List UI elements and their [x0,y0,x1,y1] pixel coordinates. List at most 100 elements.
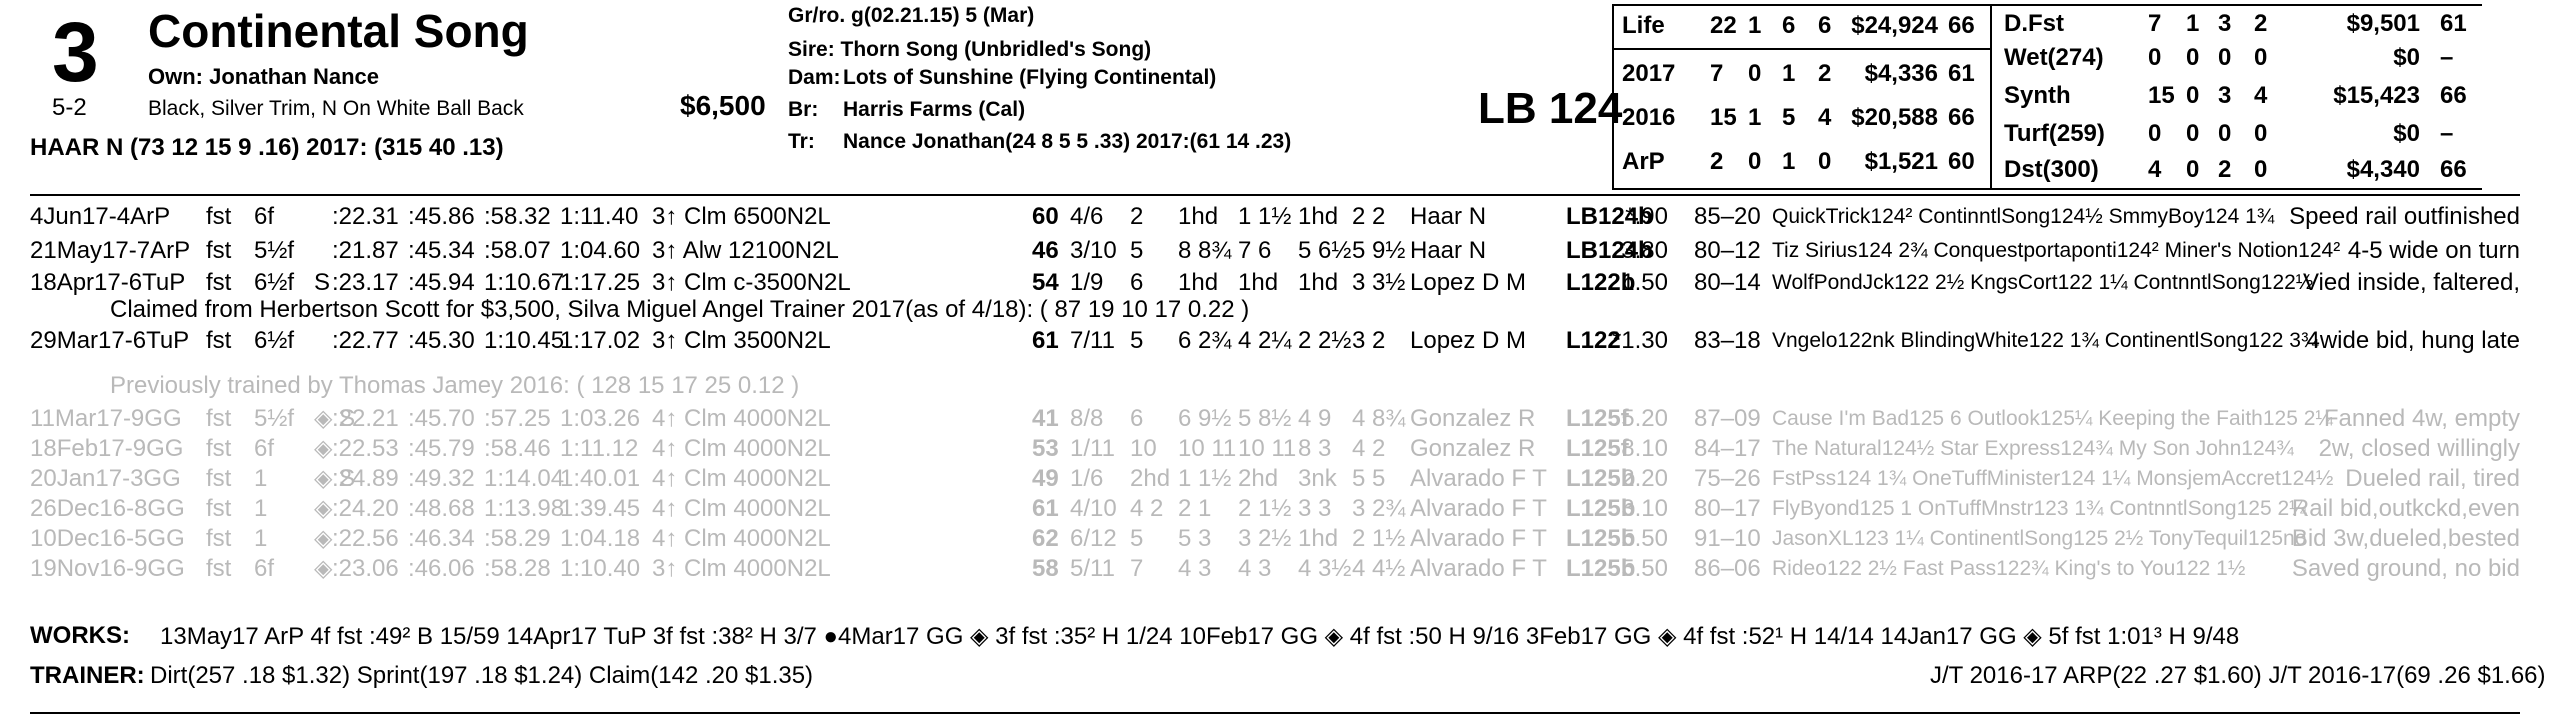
surface-stat-w: 0 [2186,156,2200,183]
race-f4: 1:11.40 [560,203,639,230]
race-med: L125f [1566,435,1629,462]
race-cls: 4↑ Clm 4000N2L [652,495,831,522]
race-comment: Saved ground, no bid [2291,555,2520,582]
race-str: 1hd [1298,269,1339,296]
race-comment: Vied inside, faltered, [2302,269,2520,296]
surface-stat-starts: 15 [2148,82,2175,109]
surface-stat-label: Turf(259) [2004,120,2105,147]
race-cls: 4↑ Clm 4000N2L [652,405,831,432]
race-s: ◈ [314,435,333,462]
race-f4: 1:11.12 [560,435,639,462]
race-str: 5 6½ [1298,237,1352,264]
race-comp: Vngelo122nk BlindingWhite122 1¾ Continen… [1772,329,2319,352]
dam-line: Lots of Sunshine (Flying Continental) [843,66,1217,89]
surface-stat-spd: 61 [2440,10,2467,37]
race-c2: 5 8½ [1238,405,1292,432]
program-number: 3 [52,5,99,99]
race-comp: FstPss124 1¾ OneTuffMinister124 1¼ Monsj… [1772,467,2334,490]
race-f2: :49.32 [408,465,475,492]
race-jockey: Lopez D M [1410,269,1527,296]
race-fin: 3 2¾ [1352,495,1406,522]
works-list: 13May17 ArP 4f fst :49² B 15/59 14Apr17 … [160,623,2240,650]
trainer-stats: Dirt(257 .18 $1.32) Sprint(197 .18 $1.24… [150,662,814,689]
race-date: 11Mar17-9GG [30,405,182,432]
race-f3: 1:10.45 [484,327,565,354]
sire-line: Sire: Thorn Song (Unbridled's Song) [788,38,1152,61]
race-med: L125f [1566,405,1629,432]
race-c1: 10 11 [1178,435,1237,462]
race-pace: 91–10 [1694,525,1761,552]
life-stat-earn: $4,336 [1864,60,1938,87]
race-str: 3 3 [1298,495,1332,522]
race-jockey: Alvarado F T [1410,525,1547,552]
race-comment: Rail bid,outkckd,even [2291,495,2520,522]
race-dist: 6f [254,555,275,582]
race-c1: 1hd [1178,269,1219,296]
race-c2: 2hd [1238,465,1279,492]
race-pace: 80–17 [1694,495,1761,522]
race-dist: 1 [254,525,268,552]
life-stat-earn: $24,924 [1851,12,1938,39]
race-pp: 1/11 [1070,435,1115,462]
race-c1: 2 1 [1178,495,1212,522]
race-spd: 58 [1032,555,1059,582]
race-comp: WolfPondJck122 2½ KngsCort122 1¼ Contnnt… [1772,271,2314,294]
race-pp: 3/10 [1070,237,1117,264]
jockey-stats-line: HAAR N (73 12 15 9 .16) 2017: (315 40 .1… [30,134,504,161]
race-f4: 1:04.60 [560,237,641,264]
race-dist: 1 [254,465,268,492]
race-c1: 4 3 [1178,555,1212,582]
life-stat-w: 0 [1748,148,1762,175]
race-str: 1hd [1298,203,1339,230]
race-pp: 7/11 [1070,327,1115,354]
race-cond: fst [206,405,232,432]
race-pace: 87–09 [1694,405,1761,432]
life-stat-label: 2016 [1622,104,1676,131]
race-pp: 6/12 [1070,525,1117,552]
race-str: 3nk [1298,465,1337,492]
race-s: S [314,269,331,296]
race-comment: 4wide bid, hung late [2306,327,2521,354]
race-pace: 83–18 [1694,327,1761,354]
race-c1: 6 2¾ [1178,327,1232,354]
race-pp: 4/10 [1070,495,1117,522]
race-str: 1hd [1298,525,1339,552]
race-cls: 3↑ Clm 3500N2L [652,327,831,354]
surface-stat-label: Dst(300) [2004,156,2099,183]
stats-box-top [1612,4,2482,6]
race-jockey: Alvarado F T [1410,465,1547,492]
surface-stat-p: 2 [2218,156,2232,183]
race-pp: 5/11 [1070,555,1115,582]
race-odds: 3.10 [1621,495,1668,522]
race-pace: 80–12 [1694,237,1761,264]
race-f3: :58.28 [484,555,551,582]
race-f3: :58.07 [484,237,551,264]
race-f1: :24.89 [332,465,399,492]
race-cls: 4↑ Clm 4000N2L [652,465,831,492]
race-date: 21May17-7ArP [30,237,191,264]
race-comp: QuickTrick124² ContinntlSong124½ SmmyBoy… [1772,205,2275,228]
life-stat-spd: 60 [1948,148,1975,175]
life-stat-w: 1 [1748,104,1762,131]
claimed-note: Claimed from Herbertson Scott for $3,500… [110,296,1250,323]
surface-stat-starts: 0 [2148,120,2162,147]
race-dist: 5½f [254,237,295,264]
race-comp: Tiz Sirius124 2¾ Conquestportaponti124² … [1772,239,2341,262]
sex-color-age: Gr/ro. g(02.21.15) 5 (Mar) [788,4,1035,27]
surface-stat-earn: $9,501 [2346,10,2420,37]
life-stat-starts: 15 [1710,104,1737,131]
life-stat-spd: 66 [1948,12,1975,39]
race-f2: :48.68 [408,495,475,522]
life-stat-s: 6 [1818,12,1832,39]
race-pp: 8/8 [1070,405,1104,432]
stats-box-left [1612,4,1614,190]
surface-stat-spd: – [2440,120,2454,147]
race-dist: 6f [254,435,275,462]
breeder-line: Harris Farms (Cal) [843,98,1026,121]
race-spd: 54 [1032,269,1059,296]
horse-name: Continental Song [148,5,529,57]
race-str: 2 2½ [1298,327,1352,354]
surface-stat-w: 1 [2186,10,2200,37]
race-date: 4Jun17-4ArP [30,203,171,230]
surface-stat-w: 0 [2186,120,2200,147]
